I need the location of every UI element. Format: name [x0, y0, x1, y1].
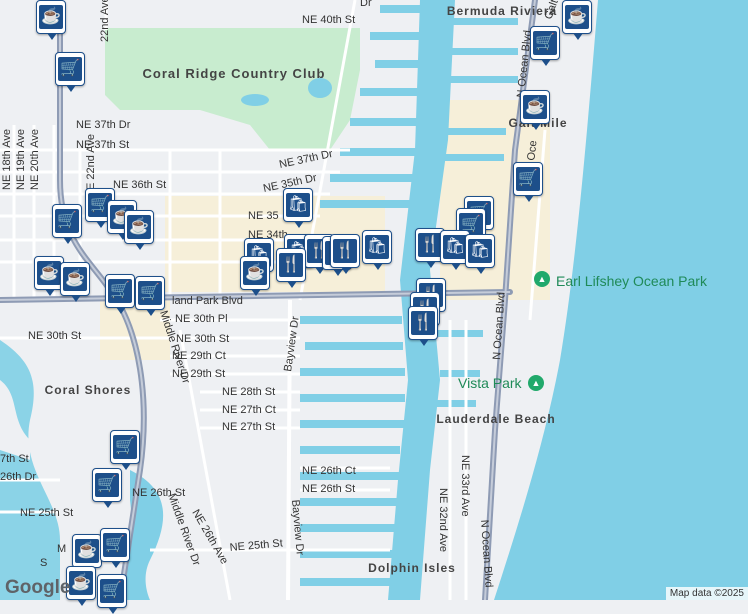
cafe-icon: ☕: [523, 95, 547, 119]
map-attribution[interactable]: Map data ©2025: [665, 587, 748, 600]
cafe-marker-icon[interactable]: ☕: [60, 262, 90, 302]
area-label-bermuda-riviera: Bermuda Riviera: [447, 4, 557, 18]
shopping-cart-icon: 🛒: [138, 281, 162, 305]
shopping-cart-icon: 🛒: [100, 579, 124, 603]
cafe-icon: ☕: [243, 261, 267, 285]
street-label: NE 18th Ave: [1, 129, 13, 190]
shopping-bag-icon: 🛍: [468, 239, 492, 263]
street-label: NE 33rd Ave: [459, 455, 471, 517]
cafe-marker-icon[interactable]: ☕: [124, 210, 154, 250]
shopping-cart-marker-icon[interactable]: 🛒: [100, 528, 130, 568]
restaurant-marker-icon[interactable]: 🍴: [330, 234, 360, 274]
cafe-icon: ☕: [565, 5, 589, 29]
street-label: NE 25th St: [20, 507, 73, 519]
restaurant-icon: 🍴: [418, 233, 442, 257]
park-label-vista: Vista Park: [458, 375, 523, 391]
street-label: NE 30th Pl: [175, 313, 228, 325]
shopping-cart-marker-icon[interactable]: 🛒: [105, 274, 135, 314]
street-label: NE 35: [248, 210, 279, 222]
shopping-cart-marker-icon[interactable]: 🛒: [513, 162, 543, 202]
park-pin-icon[interactable]: ▲: [534, 271, 550, 287]
shopping-bag-icon: 🛍: [443, 235, 467, 259]
shopping-cart-icon: 🛒: [103, 533, 127, 557]
street-label: NE 28th St: [222, 386, 275, 398]
shopping-cart-icon: 🛒: [113, 435, 137, 459]
restaurant-icon: 🍴: [411, 311, 435, 335]
shopping-cart-marker-icon[interactable]: 🛒: [97, 574, 127, 614]
shopping-bag-icon: 🛍: [365, 235, 389, 259]
street-label: 22nd Ave: [99, 0, 111, 42]
street-label: Dr: [360, 0, 372, 9]
shopping-bag-icon: 🛍: [286, 193, 310, 217]
street-label: M: [57, 543, 66, 555]
street-label: NE 32nd Ave: [437, 488, 449, 552]
street-label: NE 40th St: [302, 14, 355, 26]
area-label-coral-ridge: Coral Ridge Country Club: [143, 66, 326, 81]
restaurant-icon: 🍴: [333, 239, 357, 263]
shopping-cart-icon: 🛒: [533, 31, 557, 55]
shopping-cart-icon: 🛒: [58, 57, 82, 81]
shopping-cart-icon: 🛒: [95, 473, 119, 497]
cafe-marker-icon[interactable]: ☕: [562, 0, 592, 40]
cafe-icon: ☕: [127, 215, 151, 239]
street-label: NE 37th St: [76, 139, 129, 151]
area-label-dolphin-isles: Dolphin Isles: [368, 561, 456, 575]
shopping-cart-marker-icon[interactable]: 🛒: [530, 26, 560, 66]
cafe-marker-icon[interactable]: ☕: [520, 90, 550, 130]
shopping-cart-marker-icon[interactable]: 🛒: [52, 204, 82, 244]
street-label: 26th Dr: [0, 471, 36, 483]
area-label-coral-ridge-text: Coral Ridge Country Club: [143, 66, 326, 81]
street-label: NE 26th Ct: [302, 465, 356, 477]
cafe-marker-icon[interactable]: ☕: [240, 256, 270, 296]
cafe-icon: ☕: [37, 261, 61, 285]
cafe-icon: ☕: [63, 267, 87, 291]
street-label: NE 37th Dr: [76, 119, 131, 131]
shopping-cart-marker-icon[interactable]: 🛒: [135, 276, 165, 316]
street-label: NE 19th Ave: [15, 129, 27, 190]
shopping-cart-icon: 🛒: [516, 167, 540, 191]
street-label: NE 30th St: [28, 330, 81, 342]
restaurant-icon: 🍴: [279, 253, 303, 277]
street-label: land Park Blvd: [172, 295, 243, 307]
street-label: NE 27th St: [222, 421, 275, 433]
cafe-icon: ☕: [69, 571, 93, 595]
shopping-cart-marker-icon[interactable]: 🛒: [92, 468, 122, 508]
street-label: NE 27th Ct: [222, 404, 276, 416]
cafe-marker-icon[interactable]: ☕: [66, 566, 96, 606]
restaurant-marker-icon[interactable]: 🍴: [276, 248, 306, 288]
shopping-bag-marker-icon[interactable]: 🛍: [283, 188, 313, 228]
street-label: NE 26th St: [302, 483, 355, 495]
cafe-marker-icon[interactable]: ☕: [36, 0, 66, 40]
area-label-lauderdale-beach: Lauderdale Beach: [436, 412, 555, 426]
street-label: NE 30th St: [176, 333, 229, 345]
shopping-cart-icon: 🛒: [108, 279, 132, 303]
park-label-earl-lifshey: Earl Lifshey Ocean Park: [556, 273, 708, 289]
area-label-coral-shores: Coral Shores: [45, 383, 132, 397]
cafe-marker-icon[interactable]: ☕: [72, 534, 102, 574]
cafe-icon: ☕: [39, 5, 63, 29]
google-logo: Google: [5, 577, 71, 598]
street-label: NE 20th Ave: [29, 129, 41, 190]
shopping-bag-marker-icon[interactable]: 🛍: [362, 230, 392, 270]
park-pin-icon[interactable]: ▲: [528, 375, 544, 391]
shopping-cart-marker-icon[interactable]: 🛒: [55, 52, 85, 92]
street-label: S: [40, 557, 47, 569]
street-label: NE 36th St: [113, 179, 166, 191]
restaurant-marker-icon[interactable]: 🍴: [408, 306, 438, 346]
shopping-cart-icon: 🛒: [55, 209, 79, 233]
cafe-icon: ☕: [75, 539, 99, 563]
shopping-bag-marker-icon[interactable]: 🛍: [465, 234, 495, 274]
shopping-cart-marker-icon[interactable]: 🛒: [110, 430, 140, 470]
street-label: 7th St: [0, 453, 29, 465]
